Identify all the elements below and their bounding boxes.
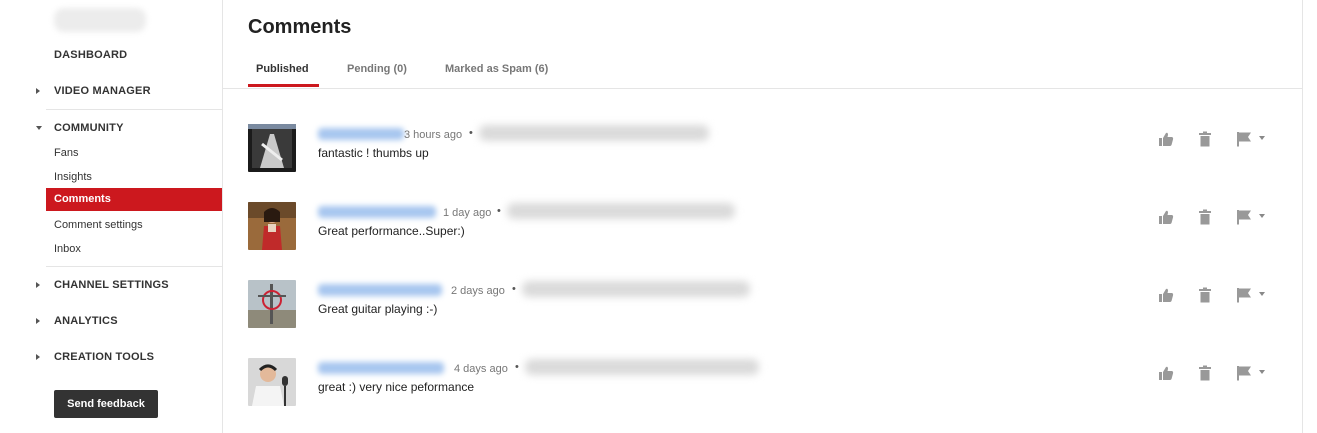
- divider: [46, 266, 222, 267]
- comment-time[interactable]: 4 days ago: [454, 363, 508, 375]
- comment-time[interactable]: 2 days ago: [451, 285, 505, 297]
- nav-fans[interactable]: Fans: [54, 147, 78, 159]
- comment-text: Great performance..Super:): [318, 224, 465, 238]
- caret-down-icon[interactable]: [1259, 292, 1265, 296]
- expand-arrow-icon[interactable]: [36, 282, 40, 288]
- nav-comment-settings[interactable]: Comment settings: [54, 219, 143, 231]
- caret-down-icon[interactable]: [1259, 214, 1265, 218]
- expand-arrow-icon[interactable]: [36, 318, 40, 324]
- avatar[interactable]: [248, 280, 296, 328]
- video-title-blurred[interactable]: [522, 281, 750, 297]
- send-feedback-button[interactable]: Send feedback: [54, 390, 158, 418]
- avatar-image-icon: [248, 202, 296, 250]
- main-content: Comments Published Pending (0) Marked as…: [223, 0, 1302, 433]
- expand-arrow-icon[interactable]: [36, 88, 40, 94]
- separator-dot: •: [515, 361, 519, 373]
- trash-icon[interactable]: [1197, 365, 1213, 381]
- author-name-blurred[interactable]: [318, 128, 404, 140]
- nav-community[interactable]: COMMUNITY: [54, 122, 124, 134]
- caret-down-icon[interactable]: [1259, 370, 1265, 374]
- sidebar: DASHBOARD VIDEO MANAGER COMMUNITY Fans I…: [0, 0, 223, 433]
- comment-text: fantastic ! thumbs up: [318, 146, 429, 160]
- active-tab-indicator: [248, 84, 319, 87]
- caret-down-icon[interactable]: [1259, 136, 1265, 140]
- nav-insights[interactable]: Insights: [54, 171, 92, 183]
- author-name-blurred[interactable]: [318, 206, 436, 218]
- divider: [223, 88, 1302, 89]
- avatar[interactable]: [248, 202, 296, 250]
- comment-row: 2 days ago • Great guitar playing :-): [223, 280, 1302, 340]
- tab-spam[interactable]: Marked as Spam (6): [445, 63, 548, 75]
- trash-icon[interactable]: [1197, 287, 1213, 303]
- tab-published[interactable]: Published: [256, 63, 309, 75]
- channel-name-blurred[interactable]: [54, 8, 146, 32]
- comment-row: 4 days ago • great :) very nice peforman…: [223, 358, 1302, 418]
- nav-analytics[interactable]: ANALYTICS: [54, 315, 118, 327]
- avatar-image-icon: [248, 124, 296, 172]
- thumbs-up-icon[interactable]: [1158, 287, 1174, 303]
- flag-icon[interactable]: [1236, 131, 1252, 147]
- avatar-image-icon: [248, 280, 296, 328]
- expand-arrow-icon[interactable]: [36, 354, 40, 360]
- separator-dot: •: [512, 283, 516, 295]
- avatar[interactable]: [248, 358, 296, 406]
- video-title-blurred[interactable]: [479, 125, 709, 141]
- video-title-blurred[interactable]: [525, 359, 759, 375]
- flag-icon[interactable]: [1236, 209, 1252, 225]
- nav-inbox[interactable]: Inbox: [54, 243, 81, 255]
- nav-channel-settings[interactable]: CHANNEL SETTINGS: [54, 279, 169, 291]
- comment-time[interactable]: 1 day ago: [443, 207, 491, 219]
- divider: [46, 109, 222, 110]
- divider: [1302, 0, 1303, 433]
- nav-video-manager[interactable]: VIDEO MANAGER: [54, 85, 151, 97]
- avatar[interactable]: [248, 124, 296, 172]
- separator-dot: •: [497, 205, 501, 217]
- trash-icon[interactable]: [1197, 209, 1213, 225]
- avatar-image-icon: [248, 358, 296, 406]
- separator-dot: •: [469, 127, 473, 139]
- nav-dashboard[interactable]: DASHBOARD: [54, 49, 127, 61]
- flag-icon[interactable]: [1236, 287, 1252, 303]
- thumbs-up-icon[interactable]: [1158, 365, 1174, 381]
- nav-comments-active[interactable]: Comments: [46, 188, 222, 211]
- thumbs-up-icon[interactable]: [1158, 209, 1174, 225]
- comment-row: 1 day ago • Great performance..Super:): [223, 202, 1302, 262]
- nav-comments-label: Comments: [54, 193, 111, 205]
- thumbs-up-icon[interactable]: [1158, 131, 1174, 147]
- comment-text: Great guitar playing :-): [318, 302, 438, 316]
- author-name-blurred[interactable]: [318, 284, 442, 296]
- page-title: Comments: [248, 16, 352, 38]
- comment-time[interactable]: 3 hours ago: [404, 129, 462, 141]
- collapse-arrow-icon[interactable]: [36, 126, 42, 130]
- flag-icon[interactable]: [1236, 365, 1252, 381]
- author-name-blurred[interactable]: [318, 362, 444, 374]
- video-title-blurred[interactable]: [507, 203, 735, 219]
- nav-creation-tools[interactable]: CREATION TOOLS: [54, 351, 154, 363]
- trash-icon[interactable]: [1197, 131, 1213, 147]
- tab-pending[interactable]: Pending (0): [347, 63, 407, 75]
- comment-row: 3 hours ago • fantastic ! thumbs up: [223, 124, 1302, 184]
- comment-text: great :) very nice peformance: [318, 380, 475, 394]
